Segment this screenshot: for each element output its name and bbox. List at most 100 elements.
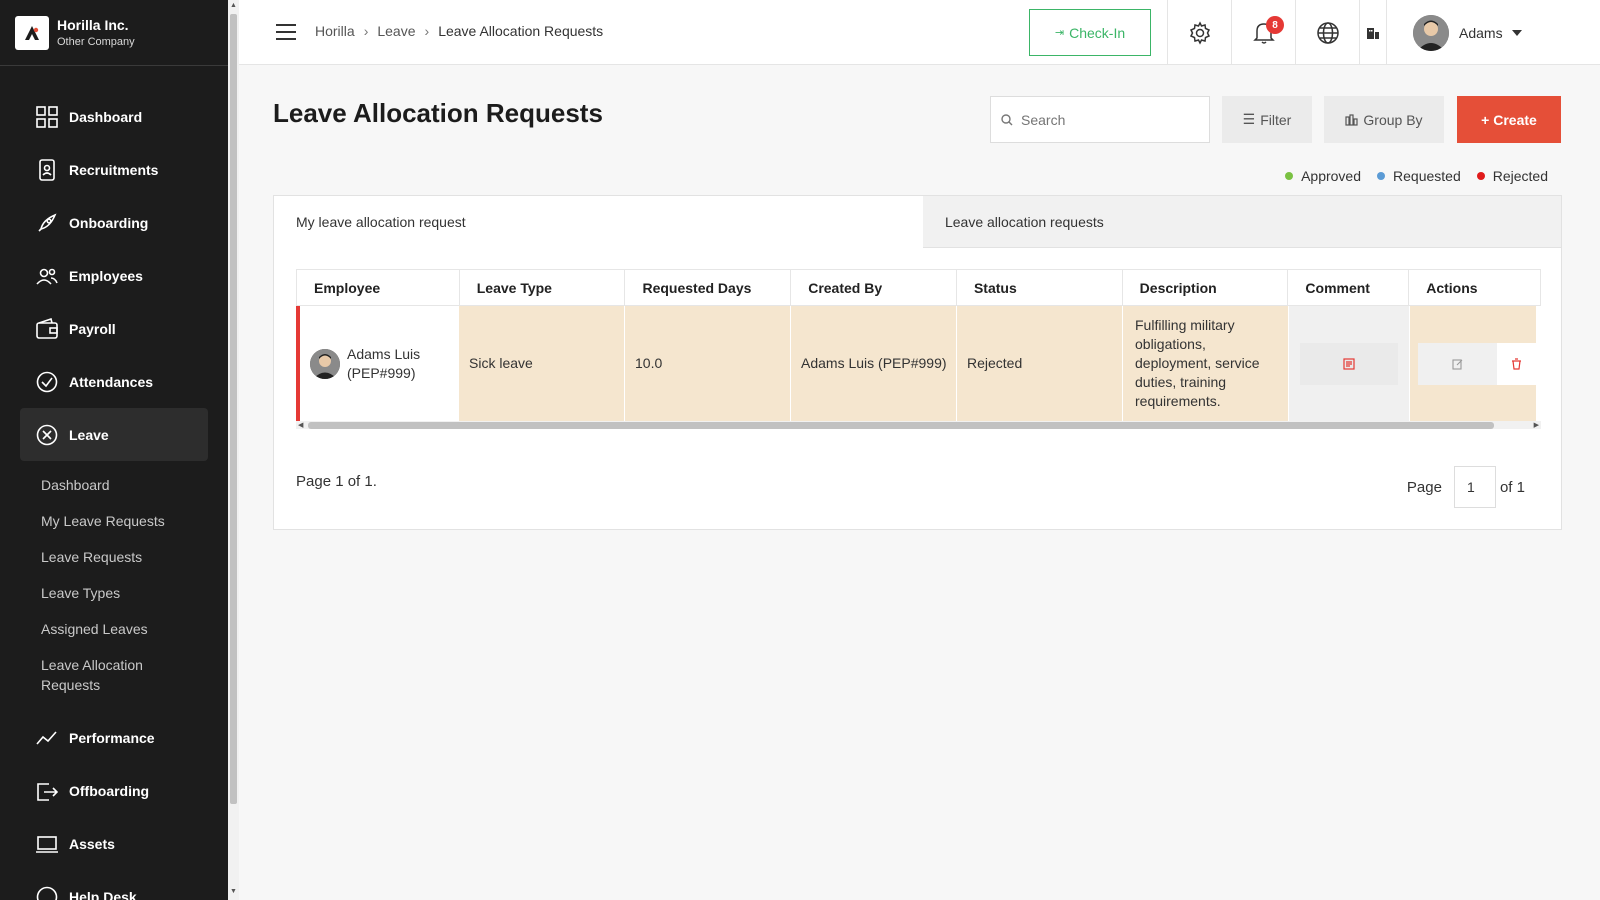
avatar (1413, 14, 1449, 51)
language-button[interactable] (1295, 0, 1359, 65)
gear-icon (1189, 20, 1210, 45)
sidebar-item-payroll[interactable]: Payroll (0, 302, 228, 355)
sidebar-item-label: Leave (69, 426, 109, 443)
legend-label: Rejected (1492, 168, 1548, 184)
cell-status: Rejected (957, 306, 1123, 421)
col-leave-type[interactable]: Leave Type (460, 270, 626, 305)
search-box[interactable] (990, 96, 1210, 143)
chart-line-icon (35, 726, 59, 750)
chevron-right-icon: › (363, 23, 369, 39)
col-status[interactable]: Status (957, 270, 1123, 305)
delete-button[interactable] (1497, 342, 1536, 385)
filter-button[interactable]: ☰ Filter (1222, 96, 1312, 143)
sidebar-item-label: Payroll (69, 320, 116, 337)
top-header: Horilla › Leave › Leave Allocation Reque… (239, 0, 1600, 65)
notification-badge: 8 (1266, 16, 1284, 34)
avatar (310, 348, 340, 379)
pager-total: of 1 (1499, 478, 1525, 496)
sidebar-item-recruitments[interactable]: Recruitments (0, 143, 228, 196)
sidebar-nav: Dashboard Recruitments Onboarding Employ… (0, 66, 228, 900)
table-horizontal-scrollbar[interactable]: ◀ ▶ (296, 421, 1541, 429)
comment-button[interactable] (1300, 342, 1398, 385)
menu-toggle-icon[interactable] (276, 24, 296, 40)
col-actions: Actions (1426, 279, 1478, 296)
sidebar-item-employees[interactable]: Employees (0, 249, 228, 302)
trash-icon (1512, 357, 1522, 370)
company-name: Horilla Inc. (57, 17, 129, 33)
users-icon (35, 264, 59, 288)
filter-label: Filter (1260, 111, 1292, 128)
col-employee[interactable]: Employee (297, 270, 460, 305)
scroll-right-icon[interactable]: ▶ (1534, 421, 1539, 429)
col-comment[interactable]: Comment (1288, 270, 1410, 305)
cell-comment (1289, 306, 1410, 421)
employee-name: Adams Luis (PEP#999) (347, 345, 421, 381)
sidebar-item-onboarding[interactable]: Onboarding (0, 196, 228, 249)
subnav-leave-dashboard[interactable]: Dashboard (0, 467, 228, 503)
sidebar-item-assets[interactable]: Assets (0, 817, 228, 870)
scroll-up-icon[interactable]: ▲ (230, 2, 237, 9)
approved-dot-icon (1285, 172, 1294, 180)
create-button[interactable]: + Create (1457, 96, 1561, 143)
breadcrumb-item-horilla[interactable]: Horilla (315, 23, 355, 39)
sidebar-item-performance[interactable]: Performance (0, 711, 228, 764)
sidebar-item-offboarding[interactable]: Offboarding (0, 764, 228, 817)
legend-requested[interactable]: Requested (1377, 168, 1461, 184)
subnav-assigned-leaves[interactable]: Assigned Leaves (0, 611, 228, 647)
sidebar-item-help-desk[interactable]: Help Desk (0, 870, 228, 900)
breadcrumb-item-leave[interactable]: Leave (377, 23, 415, 39)
requested-dot-icon (1377, 172, 1386, 180)
col-created-by[interactable]: Created By (791, 270, 957, 305)
cell-description: Fulfilling military obligations, deploym… (1123, 306, 1289, 421)
sidebar-item-label: Performance (69, 729, 155, 746)
sidebar-item-label: Attendances (69, 373, 154, 390)
page-number-input[interactable]: 1 (1453, 466, 1496, 508)
laptop-icon (35, 832, 59, 856)
tabs: My leave allocation request Leave alloca… (274, 196, 1561, 248)
breadcrumb-item-current: Leave Allocation Requests (438, 23, 604, 39)
subnav-leave-types[interactable]: Leave Types (0, 575, 228, 611)
company-logo-icon (15, 15, 49, 50)
scrollbar-thumb[interactable] (230, 14, 237, 804)
notifications-button[interactable]: 8 (1231, 0, 1295, 65)
company-switch-button[interactable] (1359, 0, 1386, 65)
help-icon (35, 885, 59, 900)
page-title: Leave Allocation Requests (273, 98, 603, 128)
edit-button[interactable] (1418, 342, 1498, 385)
legend-rejected[interactable]: Rejected (1476, 168, 1548, 184)
chevron-down-icon (1511, 29, 1522, 36)
group-icon (1345, 113, 1359, 126)
rejected-dot-icon (1476, 172, 1485, 180)
sidebar-item-dashboard[interactable]: Dashboard (0, 90, 228, 143)
user-name: Adams (1459, 24, 1503, 41)
subnav-my-leave-requests[interactable]: My Leave Requests (0, 503, 228, 539)
tab-leave-allocation-requests[interactable]: Leave allocation requests (922, 196, 1561, 248)
check-in-button[interactable]: ⇥ Check-In (1029, 9, 1151, 56)
search-input[interactable] (1021, 111, 1191, 128)
sidebar-item-attendances[interactable]: Attendances (0, 355, 228, 408)
user-menu[interactable]: Adams (1386, 0, 1600, 65)
exit-icon (35, 779, 59, 803)
brand[interactable]: Horilla Inc. Other Company (0, 0, 228, 66)
col-requested-days[interactable]: Requested Days (625, 270, 792, 305)
check-circle-icon (35, 370, 59, 394)
group-by-button[interactable]: Group By (1324, 96, 1444, 143)
subnav-leave-allocation-requests[interactable]: Leave Allocation Requests (0, 647, 200, 703)
subnav-leave-requests[interactable]: Leave Requests (0, 539, 228, 575)
scroll-left-icon[interactable]: ◀ (298, 421, 303, 429)
settings-button[interactable] (1167, 0, 1231, 65)
sidebar-scrollbar[interactable]: ▲ ▼ (228, 0, 239, 900)
sidebar-item-leave[interactable]: Leave (20, 408, 208, 461)
table-row[interactable]: Adams Luis (PEP#999) Sick leave 10.0 Ada… (296, 306, 1541, 421)
tab-my-leave-allocation-request[interactable]: My leave allocation request (274, 196, 923, 248)
legend-label: Approved (1301, 168, 1362, 184)
sidebar-item-label: Dashboard (69, 108, 143, 125)
col-description[interactable]: Description (1123, 270, 1289, 305)
recruitment-icon (35, 158, 59, 182)
legend-label: Requested (1393, 168, 1461, 184)
wallet-icon (35, 317, 59, 341)
page-info: Page 1 of 1. (296, 473, 377, 490)
scroll-down-icon[interactable]: ▼ (230, 888, 237, 895)
legend-approved[interactable]: Approved (1285, 168, 1361, 184)
scrollbar-thumb[interactable] (308, 422, 1494, 429)
